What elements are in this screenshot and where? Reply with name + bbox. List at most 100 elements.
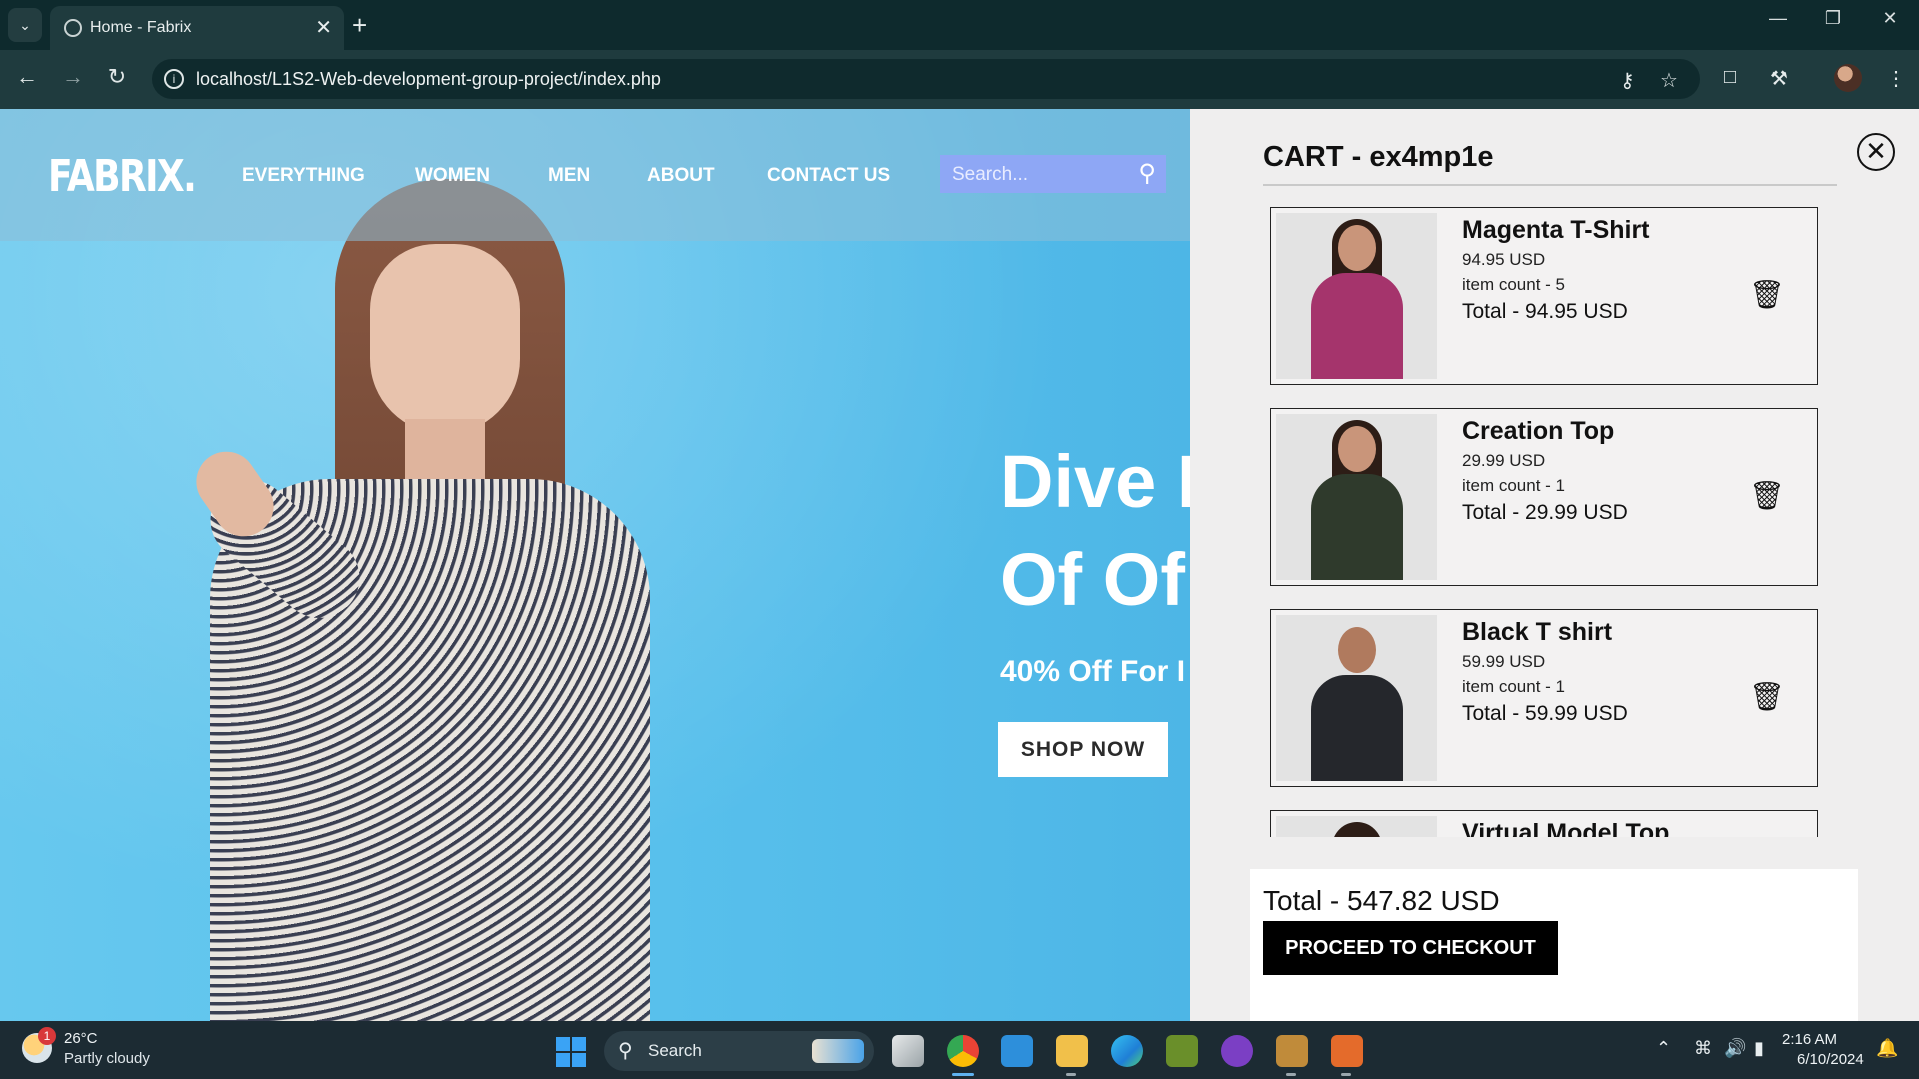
shop-now-button[interactable]: SHOP NOW [998, 722, 1168, 777]
address-bar[interactable]: i localhost/L1S2-Web-development-group-p… [152, 59, 1700, 99]
item-total: Total - 59.99 USD [1462, 702, 1628, 725]
product-price: 59.99 USD [1462, 652, 1546, 671]
pixel-app-indicator [1286, 1073, 1296, 1076]
cart-item: Black T shirt 59.99 USD item count - 1 T… [1270, 609, 1818, 787]
site-search-input[interactable]: Search... ⚲ [940, 155, 1166, 193]
hero-subline: 40% Off For I [1000, 655, 1186, 688]
product-price: 29.99 USD [1462, 451, 1546, 470]
search-highlight-icon [812, 1039, 864, 1063]
extensions-icon[interactable]: ⚒ [1770, 66, 1788, 91]
nav-contact-us[interactable]: CONTACT US [767, 165, 890, 187]
product-thumbnail[interactable] [1276, 615, 1437, 781]
thumb-garment [1311, 273, 1403, 379]
search-icon[interactable]: ⚲ [1138, 159, 1156, 188]
menu-dots-icon[interactable]: ⋮ [1886, 66, 1906, 91]
reload-icon[interactable]: ↻ [102, 64, 132, 90]
reading-list-icon[interactable]: □ [1724, 66, 1736, 89]
product-price: 94.95 USD [1462, 250, 1546, 269]
wifi-icon[interactable]: ⌘ [1694, 1038, 1712, 1059]
forward-icon[interactable]: → [58, 64, 88, 90]
cart-footer: Total - 547.82 USD PROCEED TO CHECKOUT [1250, 869, 1858, 1021]
notification-bell-icon[interactable]: 🔔 [1876, 1038, 1898, 1059]
volume-icon[interactable]: 🔊 [1724, 1038, 1746, 1059]
site-logo[interactable]: FABRIX. [48, 151, 197, 202]
item-total: Total - 94.95 USD [1462, 300, 1628, 323]
task-view-icon[interactable] [892, 1035, 924, 1067]
tab-search-icon[interactable]: ⌄ [8, 8, 42, 42]
browser-tab[interactable]: Home - Fabrix ✕ [50, 6, 344, 50]
hero-model-image [180, 149, 650, 1021]
product-thumbnail[interactable] [1276, 414, 1437, 580]
battery-icon[interactable]: ▮ [1754, 1038, 1764, 1059]
weather-badge: 1 [38, 1027, 56, 1045]
cart-grand-total: Total - 547.82 USD [1263, 885, 1500, 916]
tab-title: Home - Fabrix [90, 19, 192, 36]
trash-icon[interactable]: 🗑 [1749, 479, 1785, 512]
product-thumbnail[interactable] [1276, 816, 1437, 837]
terminal-app-icon[interactable] [1166, 1035, 1198, 1067]
cart-divider [1263, 184, 1837, 186]
thumb-garment [1311, 474, 1403, 580]
clock-date[interactable]: 6/10/2024 [1797, 1051, 1864, 1068]
product-thumbnail[interactable] [1276, 213, 1437, 379]
product-name: Creation Top [1462, 417, 1615, 445]
taskbar-search[interactable]: ⚲ Search [604, 1031, 874, 1071]
clock-time[interactable]: 2:16 AM [1782, 1031, 1837, 1048]
nav-everything[interactable]: EVERYTHING [242, 165, 365, 187]
edge-icon[interactable] [1111, 1035, 1143, 1067]
site-info-icon[interactable]: i [164, 69, 184, 89]
back-icon[interactable]: ← [12, 64, 42, 90]
restore-icon[interactable]: ❐ [1813, 8, 1853, 29]
item-total: Total - 29.99 USD [1462, 501, 1628, 524]
taskbar: 1 26°C Partly cloudy ⚲ Search ⌃ ⌘ 🔊 ▮ 2:… [0, 1021, 1919, 1079]
proceed-to-checkout-button[interactable]: PROCEED TO CHECKOUT [1263, 921, 1558, 975]
item-count: item count - 5 [1462, 275, 1565, 294]
xampp-icon[interactable] [1331, 1035, 1363, 1067]
minimize-icon[interactable]: — [1758, 8, 1798, 29]
cart-item: Creation Top 29.99 USD item count - 1 To… [1270, 408, 1818, 586]
item-count: item count - 1 [1462, 677, 1565, 696]
pixel-app-icon[interactable] [1276, 1035, 1308, 1067]
trash-icon[interactable]: 🗑 [1749, 680, 1785, 713]
browser-toolbar: ← → ↻ i localhost/L1S2-Web-development-g… [0, 50, 1919, 109]
trash-icon[interactable]: 🗑 [1749, 278, 1785, 311]
close-cart-icon[interactable]: ✕ [1857, 133, 1895, 171]
product-name: Magenta T-Shirt [1462, 216, 1650, 244]
browser-titlebar: ⌄ Home - Fabrix ✕ + — ❐ ✕ [0, 0, 1919, 50]
nav-about[interactable]: ABOUT [647, 165, 715, 187]
weather-condition[interactable]: Partly cloudy [64, 1050, 150, 1067]
hero-headline-line1: Dive I [1000, 440, 1190, 523]
chevron-up-icon[interactable]: ⌃ [1656, 1038, 1671, 1059]
globe-icon [64, 19, 82, 37]
chrome-active-indicator [952, 1073, 974, 1076]
product-name: Black T shirt [1462, 618, 1613, 646]
cart-item-list[interactable]: Magenta T-Shirt 94.95 USD item count - 5… [1270, 199, 1846, 837]
search-placeholder[interactable]: Search... [952, 164, 1028, 186]
search-icon: ⚲ [618, 1040, 633, 1062]
cart-item: Magenta T-Shirt 94.95 USD item count - 5… [1270, 207, 1818, 385]
hero-section: FABRIX. EVERYTHING WOMEN MEN ABOUT CONTA… [0, 109, 1190, 1021]
nav-men[interactable]: MEN [548, 165, 590, 187]
explorer-indicator [1066, 1073, 1076, 1076]
password-key-icon[interactable]: ⚷ [1620, 68, 1635, 93]
windows-start-icon[interactable] [556, 1037, 586, 1067]
nav-women[interactable]: WOMEN [415, 165, 490, 187]
product-name: Virtual Model Top [1462, 819, 1670, 837]
github-desktop-icon[interactable] [1221, 1035, 1253, 1067]
thumb-hair [1332, 822, 1382, 837]
thumb-head [1338, 627, 1376, 673]
new-tab-icon[interactable]: + [352, 10, 367, 41]
tab-close-icon[interactable]: ✕ [315, 15, 332, 40]
profile-avatar[interactable] [1834, 64, 1862, 92]
weather-temperature[interactable]: 26°C [64, 1030, 98, 1047]
thumb-head [1338, 426, 1376, 472]
chrome-icon[interactable] [947, 1035, 979, 1067]
thumb-garment [1311, 675, 1403, 781]
xampp-indicator [1341, 1073, 1351, 1076]
file-explorer-icon[interactable] [1056, 1035, 1088, 1067]
cart-item: Virtual Model Top [1270, 810, 1818, 837]
bookmark-star-icon[interactable]: ☆ [1660, 68, 1678, 93]
vscode-icon[interactable] [1001, 1035, 1033, 1067]
url-text[interactable]: localhost/L1S2-Web-development-group-pro… [196, 69, 661, 90]
window-close-icon[interactable]: ✕ [1870, 8, 1910, 29]
